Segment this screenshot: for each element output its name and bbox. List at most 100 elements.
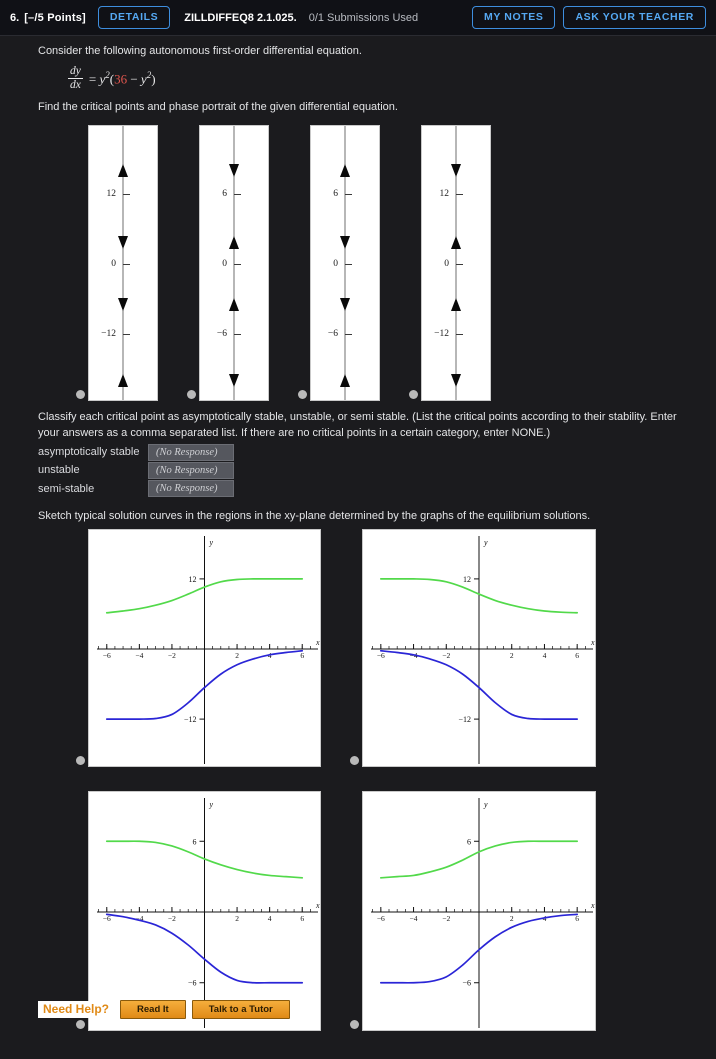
solution-curve-graph[interactable]: y x −6 −4 −2 2 4 6 12 −12 — [362, 529, 596, 768]
question-number: 6. — [10, 11, 20, 24]
phase-portrait-panel[interactable]: 12 0 −12 — [421, 124, 491, 401]
classify-row: unstable (No Response) — [38, 461, 678, 479]
fraction-denominator: dx — [68, 78, 83, 92]
question-code: ZILLDIFFEQ8 2.1.025. — [184, 11, 297, 24]
phase-tick-label: 6 — [333, 188, 338, 199]
question-content: Consider the following autonomous first-… — [0, 36, 716, 1059]
phase-tick-label: 12 — [106, 188, 117, 199]
prompt-block: Consider the following autonomous first-… — [0, 36, 716, 116]
solution-graph-radio[interactable] — [76, 1020, 85, 1030]
svg-text:2: 2 — [510, 651, 514, 660]
phase-tick-label: 6 — [222, 188, 227, 199]
read-it-button[interactable]: Read It — [120, 1000, 186, 1020]
svg-text:x: x — [590, 638, 595, 647]
svg-text:−2: −2 — [168, 651, 176, 660]
phase-tick-label: 0 — [333, 258, 338, 269]
need-help-label: Need Help? — [38, 1000, 115, 1019]
my-notes-button[interactable]: MY NOTES — [472, 6, 556, 29]
solution-curve-graph[interactable]: y x −6 −4 −2 2 4 6 12 −12 — [88, 529, 321, 768]
svg-text:x: x — [590, 901, 595, 910]
solution-graph-radio[interactable] — [350, 1020, 359, 1030]
solution-curve-graph[interactable]: y x −6 −4 −2 2 4 6 6 −6 — [362, 791, 596, 1032]
phase-portrait-panel[interactable]: 12 0 −12 — [88, 124, 158, 401]
phase-tick-mark — [123, 263, 130, 265]
points-indicator: [–/5 Points] — [24, 11, 86, 24]
equation-right-side: = y2(36 − y2) — [89, 70, 156, 87]
phase-option-radio[interactable] — [409, 389, 418, 399]
sketch-instructions: Sketch typical solution curves in the re… — [38, 510, 591, 523]
svg-text:x: x — [315, 901, 320, 910]
graph-canvas: yx−6 −4 −2 2 4 66−6 — [371, 798, 595, 1029]
svg-text:2: 2 — [510, 914, 514, 923]
classify-block: Classify each critical point as asymptot… — [0, 410, 716, 498]
svg-text:−12: −12 — [184, 715, 197, 724]
prompt-line-2: Find the critical points and phase portr… — [38, 100, 398, 113]
phase-arrow-down — [340, 297, 350, 311]
classify-row: semi-stable (No Response) — [38, 480, 678, 498]
phase-tick-mark — [234, 193, 241, 195]
phase-option-radio[interactable] — [298, 389, 307, 399]
phase-arrow-up — [340, 163, 350, 177]
svg-text:6: 6 — [575, 914, 579, 923]
fraction-numerator: dy — [70, 64, 81, 77]
ask-your-teacher-button[interactable]: ASK YOUR TEACHER — [563, 6, 706, 29]
phase-tick-mark — [456, 263, 463, 265]
header-actions: MY NOTES ASK YOUR TEACHER — [472, 6, 706, 29]
phase-portrait-options: 12 0 −12 6 0 −6 6 0 −6 12 0 −12 — [0, 120, 716, 410]
minus-sign: − — [130, 71, 138, 87]
classify-row: asymptotically stable (No Response) — [38, 443, 678, 461]
prompt-line-1: Consider the following autonomous first-… — [38, 45, 362, 57]
classify-row-label: asymptotically stable — [38, 446, 140, 459]
need-help-bar: Need Help? Read It Talk to a Tutor — [38, 1000, 290, 1020]
phase-arrow-up — [229, 297, 239, 311]
svg-text:−6: −6 — [377, 651, 385, 660]
phase-tick-mark — [123, 193, 130, 195]
solution-curve-graph[interactable]: y x −6 −4 −2 2 4 6 6 −6 — [88, 791, 321, 1032]
phase-arrow-up — [118, 163, 128, 177]
svg-text:6: 6 — [193, 837, 197, 846]
phase-arrow-down — [451, 163, 461, 177]
phase-tick-mark — [234, 263, 241, 265]
solution-graph-radio[interactable] — [76, 756, 85, 766]
talk-to-a-tutor-button[interactable]: Talk to a Tutor — [191, 1000, 290, 1020]
classify-answer-field[interactable]: (No Response) — [148, 461, 234, 479]
phase-option-radio[interactable] — [187, 389, 196, 399]
phase-tick-mark — [345, 333, 352, 335]
svg-text:y: y — [209, 538, 214, 547]
svg-text:−6: −6 — [462, 979, 471, 988]
phase-arrow-down — [118, 235, 128, 249]
details-button[interactable]: DETAILS — [97, 6, 171, 29]
svg-text:−4: −4 — [410, 914, 418, 923]
graph-canvas: yx−6 −4 −2 2 4 612−12 — [371, 536, 595, 765]
graph-canvas: yx−6 −4 −2 2 4 612−12 — [97, 536, 320, 765]
classify-instructions: Classify each critical point as asymptot… — [38, 410, 677, 439]
phase-portrait-panel[interactable]: 6 0 −6 — [199, 124, 269, 401]
sketch-block: Sketch typical solution curves in the re… — [0, 497, 716, 525]
phase-arrow-down — [340, 235, 350, 249]
phase-tick-label: −6 — [216, 328, 227, 339]
svg-text:2: 2 — [235, 914, 239, 923]
derivative-fraction: dy dx — [68, 64, 83, 92]
equation-constant: 36 — [114, 71, 128, 87]
svg-text:x: x — [315, 638, 320, 647]
classify-answer-rows: asymptotically stable (No Response) unstab… — [38, 443, 678, 498]
phase-tick-mark — [234, 333, 241, 335]
svg-text:12: 12 — [189, 575, 197, 584]
svg-text:2: 2 — [235, 651, 239, 660]
graph-canvas: yx−6 −4 −2 2 4 66−6 — [97, 798, 320, 1029]
phase-portrait-panel[interactable]: 6 0 −6 — [310, 124, 380, 401]
question-header-bar: 6. [–/5 Points] DETAILS ZILLDIFFEQ8 2.1.… — [0, 0, 716, 36]
svg-text:y: y — [483, 538, 488, 547]
classify-row-label: semi-stable — [38, 482, 95, 495]
phase-tick-mark — [345, 263, 352, 265]
submissions-used: 0/1 Submissions Used — [308, 11, 419, 24]
phase-arrow-up — [451, 297, 461, 311]
classify-answer-field[interactable]: (No Response) — [148, 480, 234, 498]
classify-answer-field[interactable]: (No Response) — [148, 443, 234, 461]
svg-text:4: 4 — [268, 914, 272, 923]
phase-option-radio[interactable] — [76, 389, 85, 399]
phase-arrow-down — [451, 373, 461, 387]
solution-graph-radio[interactable] — [350, 756, 359, 766]
phase-arrow-down — [229, 373, 239, 387]
phase-tick-label: −12 — [101, 328, 116, 339]
